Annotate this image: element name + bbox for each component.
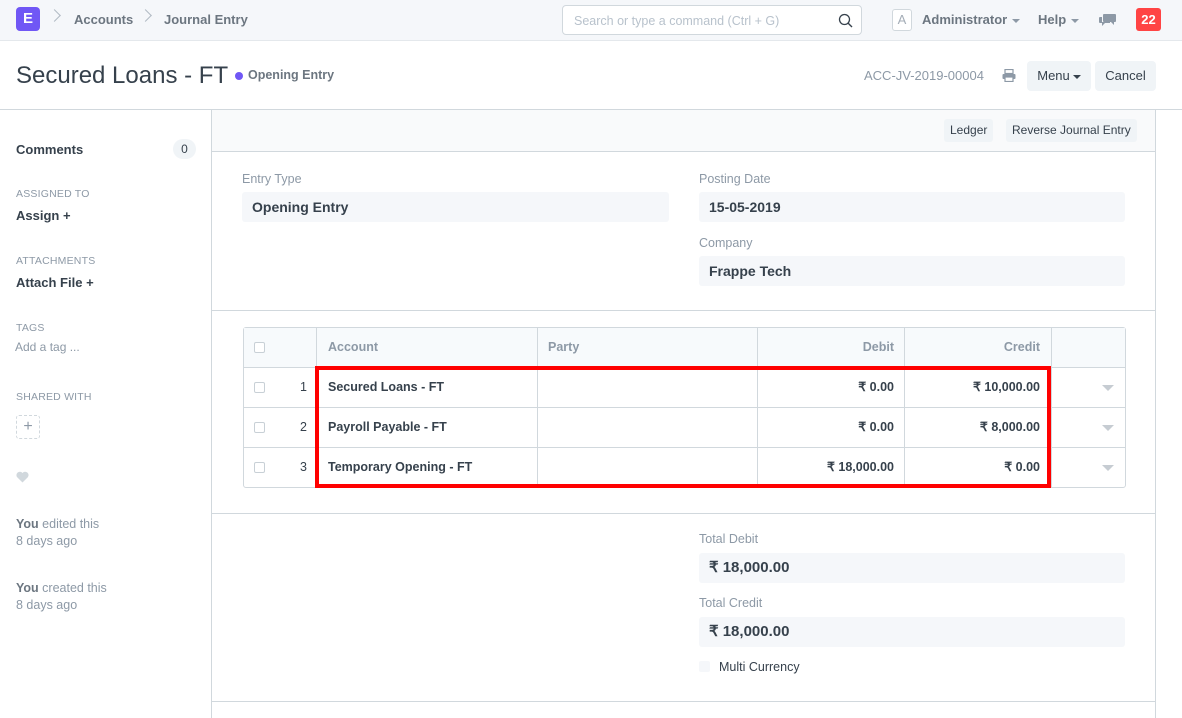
activity-action: created this: [42, 581, 107, 595]
user-name: Administrator: [922, 12, 1008, 27]
total-debit-label: Total Debit: [699, 532, 759, 546]
chevron-right-icon: [139, 9, 152, 22]
status-indicator-icon: [235, 72, 243, 80]
comments-count: 0: [173, 139, 196, 159]
total-credit-label: Total Credit: [699, 596, 763, 610]
ledger-button[interactable]: Ledger: [944, 119, 994, 142]
print-icon[interactable]: [1002, 69, 1016, 82]
search-input[interactable]: Search or type a command (Ctrl + G): [562, 5, 862, 35]
activity-user: You: [16, 517, 39, 531]
notification-badge[interactable]: 22: [1136, 8, 1161, 31]
document-name: ACC-JV-2019-00004: [864, 68, 984, 83]
entry-type-field[interactable]: Opening Entry: [242, 192, 669, 222]
search-placeholder: Search or type a command (Ctrl + G): [574, 14, 780, 28]
shared-with-label: SHARED WITH: [16, 391, 92, 403]
company-label: Company: [699, 236, 753, 250]
posting-date-field[interactable]: 15-05-2019: [699, 192, 1125, 222]
app-logo[interactable]: E: [16, 7, 40, 31]
add-share-button[interactable]: +: [16, 415, 40, 439]
company-field[interactable]: Frappe Tech: [699, 256, 1125, 286]
breadcrumb-accounts[interactable]: Accounts: [74, 12, 133, 27]
activity-action: edited this: [42, 517, 100, 531]
posting-date-label: Posting Date: [699, 172, 771, 186]
totals-section: Total Debit ₹ 18,000.00 Total Credit ₹ 1…: [212, 514, 1155, 702]
attachments-label: ATTACHMENTS: [16, 255, 96, 267]
activity-time: 8 days ago: [16, 598, 78, 612]
activity-item: You created this 8 days ago: [16, 580, 107, 614]
page-head: Secured Loans - FT Opening Entry ACC-JV-…: [0, 41, 1182, 110]
chevron-right-icon: [48, 9, 61, 22]
caret-down-icon: [1071, 18, 1080, 23]
entry-type-label: Entry Type: [242, 172, 302, 186]
form-sidebar: Comments 0 ASSIGNED TO Assign + ATTACHME…: [0, 110, 211, 718]
form-layout: Ledger Reverse Journal Entry Entry Type …: [211, 110, 1156, 718]
multi-currency-checkbox[interactable]: [699, 661, 710, 672]
chat-icon[interactable]: [1099, 13, 1117, 27]
menu-button[interactable]: Menu: [1027, 61, 1091, 91]
form-toolbar: Ledger Reverse Journal Entry: [212, 110, 1155, 152]
tags-label: TAGS: [16, 322, 45, 334]
help-menu[interactable]: Help: [1038, 12, 1080, 27]
navbar: E Accounts Journal Entry Search or type …: [0, 0, 1182, 41]
total-credit-field: ₹ 18,000.00: [699, 617, 1125, 647]
activity-time: 8 days ago: [16, 534, 78, 548]
activity-item: You edited this 8 days ago: [16, 516, 99, 550]
breadcrumb-journal-entry[interactable]: Journal Entry: [164, 12, 248, 27]
assigned-to-label: ASSIGNED TO: [16, 188, 90, 200]
reverse-journal-entry-button[interactable]: Reverse Journal Entry: [1006, 119, 1137, 142]
assign-button[interactable]: Assign +: [16, 208, 71, 223]
multi-currency-label: Multi Currency: [719, 660, 800, 674]
details-section: Entry Type Opening Entry Posting Date 15…: [212, 152, 1155, 311]
caret-down-icon: [1072, 74, 1081, 79]
menu-label: Menu: [1037, 68, 1070, 83]
activity-user: You: [16, 581, 39, 595]
add-tag-input[interactable]: Add a tag ...: [15, 340, 80, 354]
cancel-button[interactable]: Cancel: [1095, 61, 1156, 91]
caret-down-icon: [1012, 18, 1021, 23]
page-title: Secured Loans - FT: [16, 62, 229, 89]
search-icon[interactable]: [837, 12, 855, 30]
accounts-section: [212, 311, 1155, 514]
help-label: Help: [1038, 12, 1067, 27]
total-debit-field: ₹ 18,000.00: [699, 553, 1125, 583]
user-menu[interactable]: Administrator: [922, 12, 1021, 27]
status-badge: Opening Entry: [248, 68, 335, 82]
avatar[interactable]: A: [892, 9, 912, 31]
attach-file-button[interactable]: Attach File +: [16, 275, 94, 290]
heart-icon[interactable]: [16, 471, 29, 483]
comments-link[interactable]: Comments: [16, 142, 83, 157]
